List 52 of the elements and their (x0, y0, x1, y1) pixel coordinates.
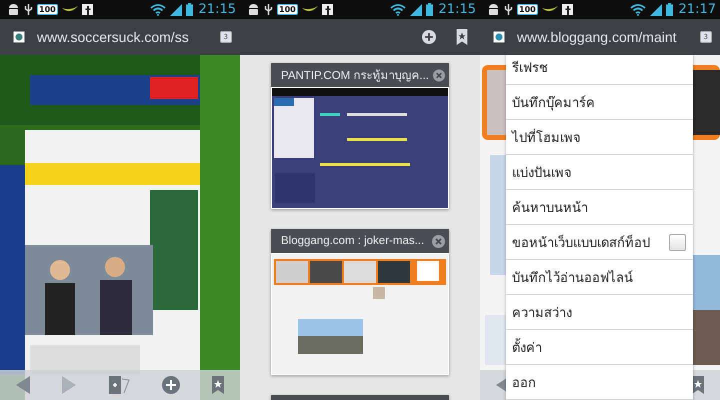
back-icon[interactable] (16, 376, 30, 394)
battery-icon (426, 3, 433, 16)
close-icon[interactable] (433, 68, 445, 82)
menu-item[interactable]: ขอหน้าเว็บแบบเดสก์ท็อป (506, 225, 693, 260)
favicon-icon (13, 31, 25, 43)
square-app-icon (562, 4, 573, 15)
signal-icon (410, 4, 422, 16)
battery-level-badge: 100 (37, 4, 58, 15)
bookmark-icon[interactable] (456, 29, 468, 45)
android-icon (7, 3, 20, 16)
close-icon[interactable] (432, 234, 445, 248)
tabs-icon[interactable] (108, 375, 130, 395)
menu-item[interactable]: ค้นหาบนหน้า (506, 190, 693, 225)
battery-level-badge: 100 (517, 4, 538, 15)
battery-icon (666, 3, 673, 16)
battery-level-badge: 100 (277, 4, 298, 15)
clock-time: 21:15 (198, 2, 236, 17)
address-text: www.bloggang.com/maint (517, 29, 678, 45)
menu-item[interactable]: ไปที่โฮมเพจ (506, 120, 693, 155)
menu-item[interactable]: บันทึกไว้อ่านออฟไลน์ (506, 260, 693, 295)
square-app-icon (82, 4, 93, 15)
menu-item[interactable]: แบ่งปันเพจ (506, 155, 693, 190)
address-text: www.soccersuck.com/ss (37, 29, 190, 45)
android-icon (247, 3, 260, 16)
menu-item[interactable]: ออก (506, 365, 693, 400)
bookmark-icon[interactable] (212, 376, 224, 394)
checkbox[interactable] (669, 234, 686, 250)
add-icon[interactable] (422, 30, 436, 44)
menu-item[interactable]: ความสว่าง (506, 295, 693, 330)
menu-item[interactable]: ตั้งค่า (506, 330, 693, 365)
usb-icon (24, 3, 33, 16)
battery-icon (186, 3, 193, 16)
menu-item[interactable]: บันทึกบุ๊คมาร์ค (506, 85, 693, 120)
square-app-icon (322, 4, 333, 15)
clock-time: 21:15 (438, 2, 476, 17)
usb-icon (264, 3, 273, 16)
menu-item[interactable]: รีเฟรช (506, 55, 693, 85)
usb-icon (504, 3, 513, 16)
bookmark-icon[interactable] (692, 376, 704, 394)
signal-icon (170, 4, 182, 16)
add-icon[interactable] (162, 376, 180, 394)
wifi-icon (630, 4, 646, 16)
wifi-icon (150, 4, 166, 16)
android-icon (487, 3, 500, 16)
clock-time: 21:17 (678, 2, 716, 17)
signal-icon (650, 4, 662, 16)
tab-card[interactable]: Bloggang.com : joker-mas... (271, 229, 449, 375)
tab-title: Bloggang.com : joker-mas... (281, 235, 426, 247)
tab-title: PANTIP.COM กระทู้มาบุญค... (281, 68, 430, 84)
tab-card[interactable]: PANTIP.COM กระทู้มาบุญค... (271, 63, 449, 209)
wifi-icon (390, 4, 406, 16)
favicon-icon (493, 31, 505, 43)
